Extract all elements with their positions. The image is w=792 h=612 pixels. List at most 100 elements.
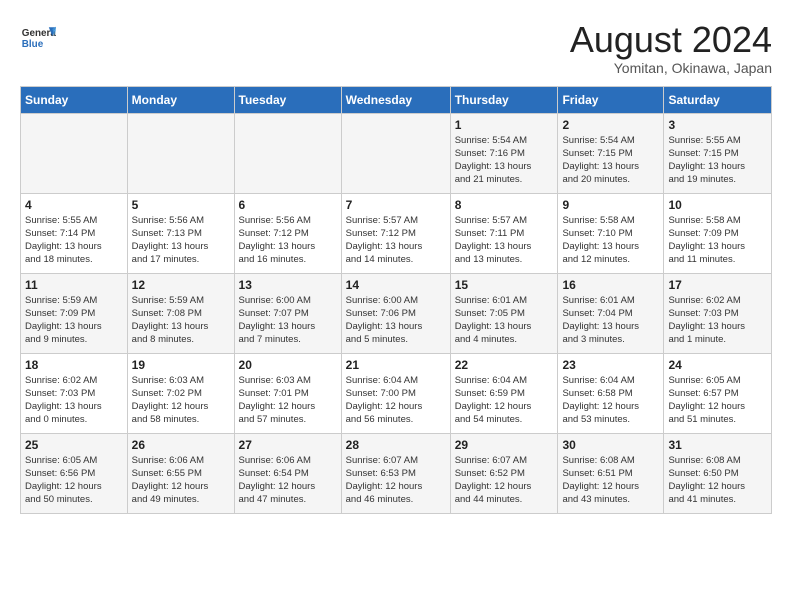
day-info: Sunrise: 5:54 AM Sunset: 7:16 PM Dayligh… <box>455 134 554 187</box>
day-info: Sunrise: 6:01 AM Sunset: 7:05 PM Dayligh… <box>455 294 554 347</box>
week-row-1: 1Sunrise: 5:54 AM Sunset: 7:16 PM Daylig… <box>21 113 772 193</box>
logo: General Blue <box>20 20 56 56</box>
day-number: 8 <box>455 198 554 212</box>
calendar-cell <box>127 113 234 193</box>
calendar-cell: 7Sunrise: 5:57 AM Sunset: 7:12 PM Daylig… <box>341 193 450 273</box>
day-info: Sunrise: 6:08 AM Sunset: 6:51 PM Dayligh… <box>562 454 659 507</box>
calendar-header: SundayMondayTuesdayWednesdayThursdayFrid… <box>21 86 772 113</box>
day-info: Sunrise: 6:07 AM Sunset: 6:53 PM Dayligh… <box>346 454 446 507</box>
day-number: 20 <box>239 358 337 372</box>
week-row-3: 11 Sunrise: 5:59 AM Sunset: 7:09 PM Dayli… <box>21 273 772 353</box>
calendar-table: SundayMondayTuesdayWednesdayThursdayFrid… <box>20 86 772 514</box>
calendar-cell: 12 Sunrise: 5:59 AM Sunset: 7:08 PM Dayli… <box>127 273 234 353</box>
svg-text:Blue: Blue <box>22 39 44 50</box>
day-number: 25 <box>25 438 123 452</box>
calendar-cell: 13Sunrise: 6:00 AM Sunset: 7:07 PM Dayli… <box>234 273 341 353</box>
calendar-cell: 5Sunrise: 5:56 AM Sunset: 7:13 PM Daylig… <box>127 193 234 273</box>
day-number: 24 <box>668 358 767 372</box>
calendar-cell: 2 Sunrise: 5:54 AM Sunset: 7:15 PM Daylig… <box>558 113 664 193</box>
day-info: Sunrise: 6:04 AM Sunset: 6:59 PM Dayligh… <box>455 374 554 427</box>
calendar-body: 1Sunrise: 5:54 AM Sunset: 7:16 PM Daylig… <box>21 113 772 513</box>
day-info: Sunrise: 6:07 AM Sunset: 6:52 PM Dayligh… <box>455 454 554 507</box>
calendar-cell: 25 Sunrise: 6:05 AM Sunset: 6:56 PM Dayli… <box>21 433 128 513</box>
day-info: Sunrise: 6:06 AM Sunset: 6:55 PM Dayligh… <box>132 454 230 507</box>
page-header: General Blue August 2024 Yomitan, Okinaw… <box>20 20 772 76</box>
day-number: 2 <box>562 118 659 132</box>
day-info: Sunrise: 5:54 AM Sunset: 7:15 PM Dayligh… <box>562 134 659 187</box>
header-wednesday: Wednesday <box>341 86 450 113</box>
header-thursday: Thursday <box>450 86 558 113</box>
calendar-cell: 26 Sunrise: 6:06 AM Sunset: 6:55 PM Dayli… <box>127 433 234 513</box>
day-info: Sunrise: 5:55 AM Sunset: 7:14 PM Dayligh… <box>25 214 123 267</box>
day-number: 21 <box>346 358 446 372</box>
calendar-cell: 4 Sunrise: 5:55 AM Sunset: 7:14 PM Daylig… <box>21 193 128 273</box>
day-info: Sunrise: 6:06 AM Sunset: 6:54 PM Dayligh… <box>239 454 337 507</box>
day-info: Sunrise: 6:01 AM Sunset: 7:04 PM Dayligh… <box>562 294 659 347</box>
calendar-cell: 21 Sunrise: 6:04 AM Sunset: 7:00 PM Dayli… <box>341 353 450 433</box>
day-info: Sunrise: 6:00 AM Sunset: 7:06 PM Dayligh… <box>346 294 446 347</box>
day-info: Sunrise: 6:04 AM Sunset: 7:00 PM Dayligh… <box>346 374 446 427</box>
logo-icon: General Blue <box>20 20 56 56</box>
day-number: 31 <box>668 438 767 452</box>
calendar-cell: 29 Sunrise: 6:07 AM Sunset: 6:52 PM Dayli… <box>450 433 558 513</box>
day-number: 26 <box>132 438 230 452</box>
day-info: Sunrise: 6:08 AM Sunset: 6:50 PM Dayligh… <box>668 454 767 507</box>
calendar-cell: 1Sunrise: 5:54 AM Sunset: 7:16 PM Daylig… <box>450 113 558 193</box>
day-info: Sunrise: 6:04 AM Sunset: 6:58 PM Dayligh… <box>562 374 659 427</box>
day-info: Sunrise: 5:57 AM Sunset: 7:12 PM Dayligh… <box>346 214 446 267</box>
calendar-cell: 19Sunrise: 6:03 AM Sunset: 7:02 PM Dayli… <box>127 353 234 433</box>
header-tuesday: Tuesday <box>234 86 341 113</box>
day-info: Sunrise: 6:00 AM Sunset: 7:07 PM Dayligh… <box>239 294 337 347</box>
header-saturday: Saturday <box>664 86 772 113</box>
calendar-cell: 10Sunrise: 5:58 AM Sunset: 7:09 PM Dayli… <box>664 193 772 273</box>
day-number: 18 <box>25 358 123 372</box>
day-number: 3 <box>668 118 767 132</box>
day-number: 15 <box>455 278 554 292</box>
calendar-subtitle: Yomitan, Okinawa, Japan <box>570 60 772 76</box>
calendar-cell <box>341 113 450 193</box>
calendar-cell <box>234 113 341 193</box>
day-number: 16 <box>562 278 659 292</box>
calendar-cell: 31 Sunrise: 6:08 AM Sunset: 6:50 PM Dayli… <box>664 433 772 513</box>
calendar-cell <box>21 113 128 193</box>
day-info: Sunrise: 5:59 AM Sunset: 7:08 PM Dayligh… <box>132 294 230 347</box>
calendar-cell: 18Sunrise: 6:02 AM Sunset: 7:03 PM Dayli… <box>21 353 128 433</box>
calendar-cell: 24 Sunrise: 6:05 AM Sunset: 6:57 PM Dayli… <box>664 353 772 433</box>
day-info: Sunrise: 6:02 AM Sunset: 7:03 PM Dayligh… <box>668 294 767 347</box>
day-number: 12 <box>132 278 230 292</box>
week-row-5: 25 Sunrise: 6:05 AM Sunset: 6:56 PM Dayli… <box>21 433 772 513</box>
day-info: Sunrise: 5:58 AM Sunset: 7:09 PM Dayligh… <box>668 214 767 267</box>
day-number: 28 <box>346 438 446 452</box>
day-info: Sunrise: 6:05 AM Sunset: 6:56 PM Dayligh… <box>25 454 123 507</box>
calendar-cell: 30 Sunrise: 6:08 AM Sunset: 6:51 PM Dayli… <box>558 433 664 513</box>
day-number: 30 <box>562 438 659 452</box>
calendar-cell: 15 Sunrise: 6:01 AM Sunset: 7:05 PM Dayli… <box>450 273 558 353</box>
day-number: 11 <box>25 278 123 292</box>
day-info: Sunrise: 5:59 AM Sunset: 7:09 PM Dayligh… <box>25 294 123 347</box>
day-info: Sunrise: 6:05 AM Sunset: 6:57 PM Dayligh… <box>668 374 767 427</box>
week-row-2: 4 Sunrise: 5:55 AM Sunset: 7:14 PM Daylig… <box>21 193 772 273</box>
day-info: Sunrise: 5:55 AM Sunset: 7:15 PM Dayligh… <box>668 134 767 187</box>
day-number: 23 <box>562 358 659 372</box>
calendar-cell: 14Sunrise: 6:00 AM Sunset: 7:06 PM Dayli… <box>341 273 450 353</box>
day-number: 6 <box>239 198 337 212</box>
calendar-cell: 17 Sunrise: 6:02 AM Sunset: 7:03 PM Dayli… <box>664 273 772 353</box>
day-number: 22 <box>455 358 554 372</box>
day-info: Sunrise: 6:03 AM Sunset: 7:01 PM Dayligh… <box>239 374 337 427</box>
calendar-cell: 3 Sunrise: 5:55 AM Sunset: 7:15 PM Daylig… <box>664 113 772 193</box>
calendar-cell: 11 Sunrise: 5:59 AM Sunset: 7:09 PM Dayli… <box>21 273 128 353</box>
calendar-cell: 8Sunrise: 5:57 AM Sunset: 7:11 PM Daylig… <box>450 193 558 273</box>
day-number: 4 <box>25 198 123 212</box>
day-number: 29 <box>455 438 554 452</box>
calendar-cell: 20 Sunrise: 6:03 AM Sunset: 7:01 PM Dayli… <box>234 353 341 433</box>
day-number: 17 <box>668 278 767 292</box>
calendar-title: August 2024 <box>570 20 772 60</box>
day-number: 5 <box>132 198 230 212</box>
header-row: SundayMondayTuesdayWednesdayThursdayFrid… <box>21 86 772 113</box>
calendar-cell: 22 Sunrise: 6:04 AM Sunset: 6:59 PM Dayli… <box>450 353 558 433</box>
header-monday: Monday <box>127 86 234 113</box>
week-row-4: 18Sunrise: 6:02 AM Sunset: 7:03 PM Dayli… <box>21 353 772 433</box>
day-info: Sunrise: 5:58 AM Sunset: 7:10 PM Dayligh… <box>562 214 659 267</box>
day-info: Sunrise: 5:56 AM Sunset: 7:12 PM Dayligh… <box>239 214 337 267</box>
day-number: 19 <box>132 358 230 372</box>
